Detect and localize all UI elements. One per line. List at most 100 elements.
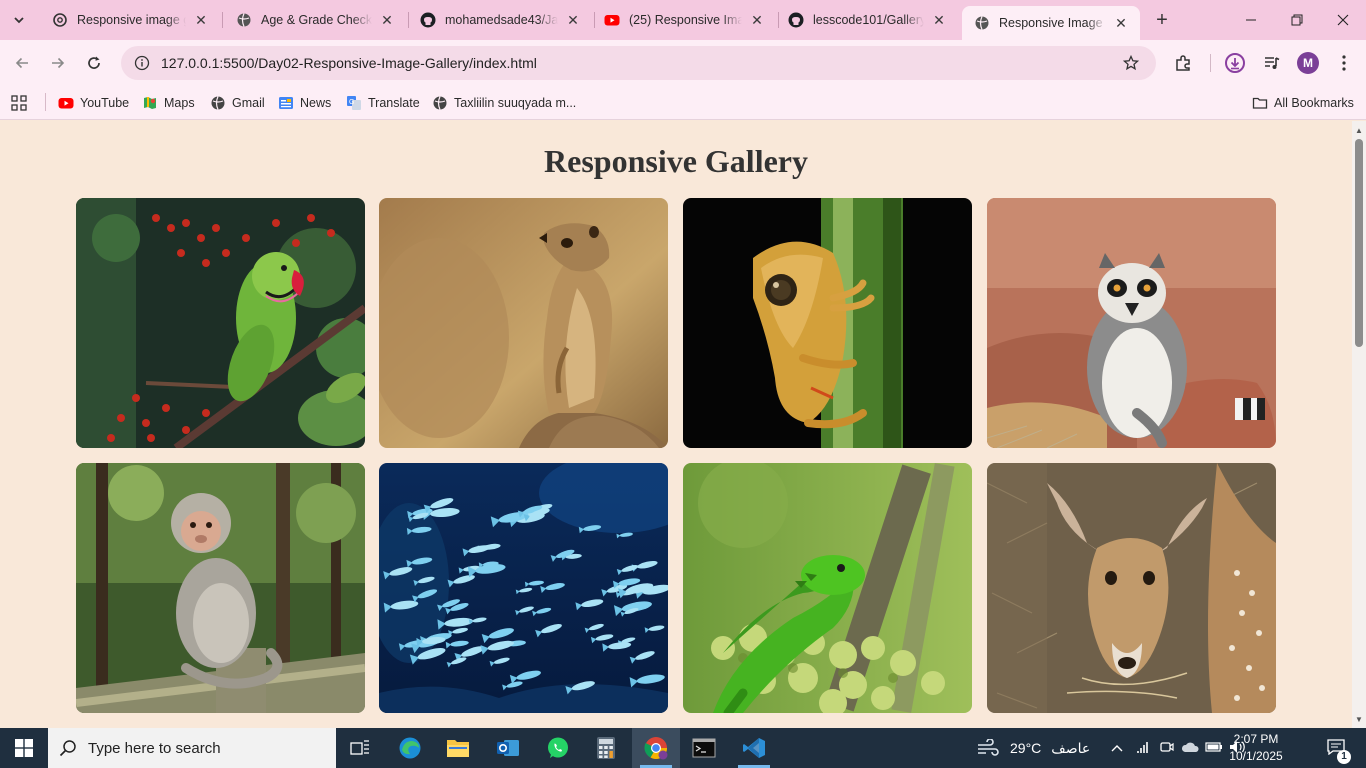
github-icon — [420, 12, 436, 28]
terminal-icon — [692, 738, 716, 758]
task-view-icon — [350, 740, 369, 755]
tab-title: (25) Responsive Image Gallery — [629, 13, 742, 27]
close-tab-icon[interactable]: ✕ — [930, 11, 948, 29]
weather-widget[interactable]: 29°C عاصف — [976, 728, 1090, 768]
minimize-button[interactable] — [1228, 0, 1274, 40]
restore-button[interactable] — [1274, 0, 1320, 40]
tab-title: mohamedsade43/JavaScript — [445, 13, 558, 27]
outlook-app[interactable] — [484, 728, 532, 768]
gallery-image-parrot — [76, 198, 365, 448]
weather-wind-icon — [978, 739, 999, 756]
windows-logo-icon — [15, 739, 33, 757]
all-bookmarks-label: All Bookmarks — [1274, 96, 1354, 110]
tab-title: lesscode101/Gallery — [813, 13, 924, 27]
file-explorer-app[interactable] — [434, 728, 482, 768]
bookmark-translate[interactable]: G Translate — [346, 92, 420, 114]
page-viewport: Responsive Gallery — [0, 121, 1352, 728]
clock-time: 2:07 PM — [1233, 732, 1279, 746]
youtube-icon — [604, 12, 620, 28]
bookmark-label: Taxliilin suuqyada m... — [454, 96, 577, 110]
profile-avatar[interactable]: M — [1297, 52, 1319, 74]
tab-github-mohamedsade43[interactable]: mohamedsade43/JavaScript ✕ — [408, 4, 592, 36]
address-bar[interactable]: 127.0.0.1:5500/Day02-Responsive-Image-Ga… — [121, 46, 1156, 80]
tab-responsive-image-gallery-chatgpt[interactable]: Responsive image gallery ✕ — [40, 4, 220, 36]
bookmark-maps[interactable]: Maps — [142, 92, 195, 114]
notification-center[interactable]: 1 — [1316, 728, 1356, 768]
tab-search-menu-icon[interactable] — [6, 8, 32, 32]
outlook-icon — [497, 740, 519, 756]
bookmark-youtube[interactable]: YouTube — [58, 92, 129, 114]
globe-icon — [210, 95, 226, 111]
page-title: Responsive Gallery — [544, 143, 808, 179]
show-hidden-icons-chevron-icon[interactable] — [1108, 741, 1126, 756]
fish-school-image — [379, 463, 668, 713]
notification-badge: 1 — [1337, 749, 1351, 764]
tab-responsive-image-gallery-active[interactable]: Responsive Image Gallery ✕ — [962, 6, 1140, 40]
folder-icon — [447, 740, 469, 757]
reload-button[interactable] — [80, 49, 108, 77]
page-scrollbar[interactable]: ▲ ▼ — [1352, 121, 1366, 728]
translate-icon: G — [346, 95, 362, 111]
news-icon — [278, 95, 294, 111]
monkey-image — [76, 463, 365, 713]
calculator-icon — [597, 737, 615, 759]
all-bookmarks-button[interactable]: All Bookmarks — [1252, 92, 1354, 114]
gallery-image-lemur — [987, 198, 1276, 448]
bookmark-taxliilin[interactable]: Taxliilin suuqyada m... — [432, 92, 576, 114]
calculator-app[interactable] — [582, 728, 630, 768]
weather-condition: عاصف — [1051, 739, 1091, 756]
edge-icon — [399, 737, 421, 759]
chrome-icon — [644, 737, 668, 760]
bookmark-label: Translate — [368, 96, 420, 110]
download-icon[interactable] — [1223, 51, 1247, 75]
terminal-app[interactable] — [680, 728, 728, 768]
whatsapp-app[interactable] — [534, 728, 582, 768]
tab-github-lesscode101[interactable]: lesscode101/Gallery ✕ — [776, 4, 958, 36]
close-tab-icon[interactable]: ✕ — [378, 11, 396, 29]
parrot-image — [76, 198, 365, 448]
back-button[interactable] — [8, 49, 36, 77]
new-tab-button[interactable]: + — [1150, 8, 1174, 32]
tab-age-grade-checker[interactable]: Age & Grade Checker ✕ — [224, 4, 406, 36]
address-url[interactable]: 127.0.0.1:5500/Day02-Responsive-Image-Ga… — [161, 55, 1120, 71]
youtube-icon — [58, 95, 74, 111]
close-window-button[interactable] — [1320, 0, 1366, 40]
close-tab-icon[interactable]: ✕ — [748, 11, 766, 29]
onedrive-icon[interactable] — [1178, 741, 1202, 756]
tab-title: Responsive image gallery — [77, 13, 186, 27]
meet-now-icon[interactable] — [1156, 740, 1178, 757]
vscode-app[interactable] — [730, 728, 778, 768]
bookmark-star-icon[interactable] — [1120, 52, 1142, 74]
chrome-app[interactable] — [632, 728, 680, 768]
gallery-image-monkey — [76, 463, 365, 713]
gallery-image-deer — [987, 463, 1276, 713]
apps-grid-icon[interactable] — [11, 92, 27, 114]
scroll-up-arrow-icon[interactable]: ▲ — [1352, 123, 1366, 137]
more-menu-icon[interactable] — [1332, 51, 1356, 75]
taskbar-clock[interactable]: 2:07 PM 10/1/2025 — [1220, 731, 1292, 765]
lemur-image — [987, 198, 1276, 448]
site-info-icon[interactable] — [133, 54, 151, 72]
close-tab-icon[interactable]: ✕ — [192, 11, 210, 29]
taskbar-search-box[interactable]: Type here to search — [48, 728, 336, 768]
svg-text:G: G — [349, 99, 354, 106]
scroll-down-arrow-icon[interactable]: ▼ — [1352, 712, 1366, 726]
bookmark-label: YouTube — [80, 96, 130, 110]
close-tab-icon[interactable]: ✕ — [564, 11, 582, 29]
extensions-icon[interactable] — [1171, 51, 1195, 75]
bookmarks-bar: YouTube Maps Gmail News G Translate Taxl… — [0, 86, 1366, 120]
close-tab-icon[interactable]: ✕ — [1112, 14, 1130, 32]
bookmark-gmail[interactable]: Gmail — [210, 92, 265, 114]
media-control-icon[interactable] — [1260, 51, 1284, 75]
tab-youtube-responsive-gallery[interactable]: (25) Responsive Image Gallery ✕ — [592, 4, 776, 36]
bookmark-news[interactable]: News — [278, 92, 331, 114]
globe-icon — [236, 12, 252, 28]
network-icon[interactable] — [1132, 740, 1156, 757]
edge-app[interactable] — [386, 728, 434, 768]
notification-icon: 1 — [1327, 738, 1351, 764]
task-view-button[interactable] — [336, 728, 384, 768]
scroll-thumb[interactable] — [1355, 139, 1363, 347]
gallery-image-frog — [683, 198, 972, 448]
forward-button[interactable] — [44, 49, 72, 77]
start-button[interactable] — [0, 728, 48, 768]
